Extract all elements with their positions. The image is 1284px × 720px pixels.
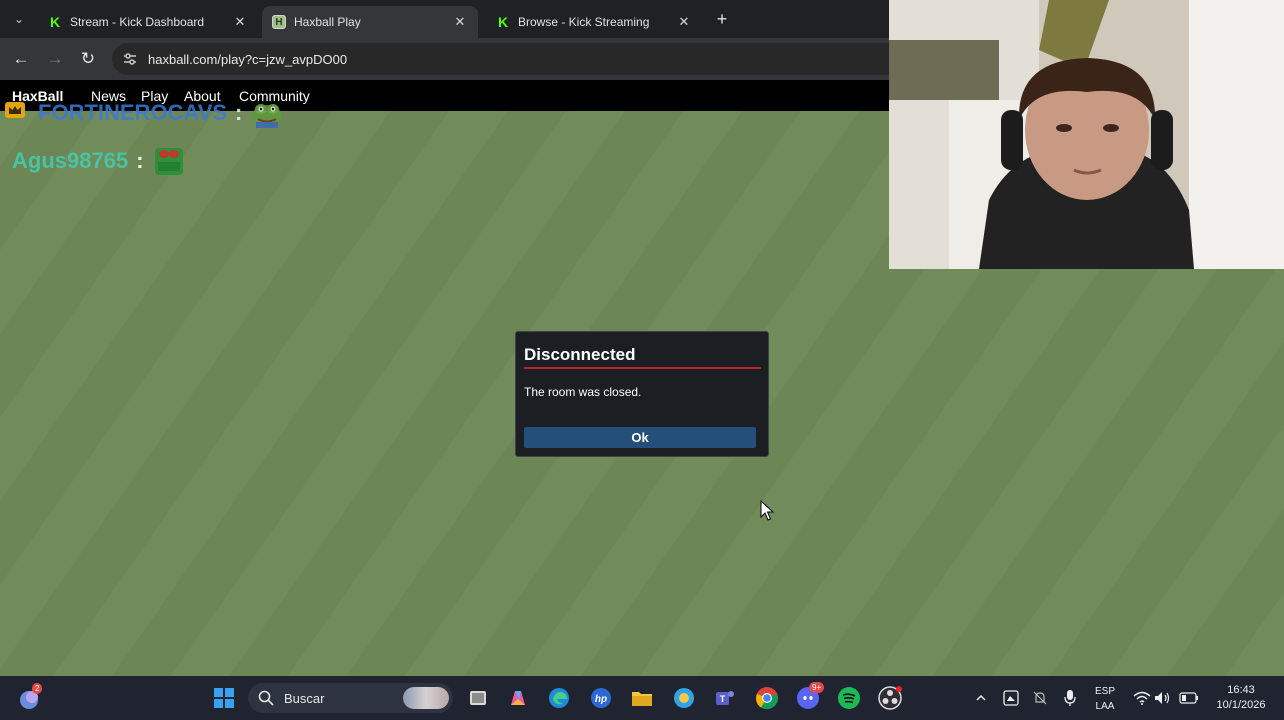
- hp-icon[interactable]: hp: [588, 685, 614, 711]
- file-explorer-icon[interactable]: [629, 685, 655, 711]
- search-icon: [258, 690, 274, 706]
- address-bar[interactable]: haxball.com/play?c=jzw_avpDO00: [112, 43, 889, 75]
- new-tab-button[interactable]: +: [711, 8, 733, 30]
- browser-app-icon[interactable]: [671, 685, 697, 711]
- tab-label: Browse - Kick Streaming: [518, 15, 650, 29]
- chat-separator: :: [136, 148, 144, 173]
- clock-time: 16:43: [1227, 684, 1255, 696]
- search-placeholder: Buscar: [284, 690, 325, 706]
- chat-username: Agus98765: [12, 148, 129, 173]
- copilot-icon[interactable]: [505, 685, 531, 711]
- webcam-overlay: [889, 0, 1284, 269]
- spotify-icon[interactable]: [836, 685, 862, 711]
- pepe-emote-icon: [154, 148, 183, 175]
- copilot-notification-icon[interactable]: 2: [18, 683, 44, 711]
- haxball-icon: H: [272, 15, 286, 29]
- back-arrow-icon[interactable]: ←: [9, 47, 33, 71]
- dialog-message: The room was closed.: [524, 385, 642, 399]
- svg-text:T: T: [720, 694, 726, 704]
- chat-message: FORTINEROCAVS :: [38, 98, 284, 128]
- mouse-cursor-icon: [760, 500, 774, 521]
- input-language-indicator[interactable]: ESP LAA: [1092, 684, 1118, 714]
- task-view-icon[interactable]: [465, 685, 491, 711]
- tab-kick-dashboard[interactable]: K Stream - Kick Dashboard ✕: [38, 6, 258, 38]
- taskbar-search-box[interactable]: Buscar: [248, 683, 453, 713]
- show-hidden-icons-chevron-icon[interactable]: [968, 685, 994, 711]
- reload-icon[interactable]: ↻: [76, 47, 100, 71]
- tab-label: Haxball Play: [294, 15, 361, 29]
- discord-badge: 9+: [809, 682, 825, 693]
- site-info-icon[interactable]: [120, 49, 140, 69]
- svg-text:hp: hp: [595, 694, 607, 705]
- browser-toolbar: ← → ↻ haxball.com/play?c=jzw_avpDO00: [0, 38, 889, 80]
- disconnected-dialog: Disconnected The room was closed. Ok: [515, 331, 769, 457]
- edge-icon[interactable]: [546, 685, 572, 711]
- kick-icon: K: [497, 14, 509, 30]
- tab-haxball-play[interactable]: H Haxball Play ✕: [262, 6, 478, 38]
- clock[interactable]: 16:43 10/1/2026: [1208, 683, 1274, 713]
- clock-date: 10/1/2026: [1216, 699, 1266, 711]
- tab-label: Stream - Kick Dashboard: [70, 15, 205, 29]
- keyboard-layout: LAA: [1095, 701, 1115, 712]
- search-highlight-image: [403, 687, 449, 709]
- chat-message: Agus98765 :: [12, 146, 186, 176]
- crown-icon: [5, 102, 25, 118]
- tab-search-icon[interactable]: ⌄: [8, 8, 30, 30]
- onedrive-icon[interactable]: [998, 685, 1024, 711]
- volume-icon[interactable]: [1150, 685, 1176, 711]
- discord-icon[interactable]: 9+: [795, 682, 825, 711]
- close-icon[interactable]: ✕: [232, 14, 248, 30]
- ok-button[interactable]: Ok: [524, 427, 756, 448]
- chat-separator: :: [235, 100, 243, 125]
- teams-icon[interactable]: T: [712, 685, 738, 711]
- dialog-title: Disconnected: [524, 345, 636, 364]
- webcam-feed-image: [889, 0, 1284, 269]
- windows-start-icon[interactable]: [211, 685, 237, 711]
- kick-icon: K: [49, 14, 61, 30]
- pepe-emote-icon: [252, 104, 283, 128]
- microphone-icon[interactable]: [1057, 685, 1083, 711]
- close-icon[interactable]: ✕: [452, 14, 468, 30]
- browser-tab-strip: ⌄ K Stream - Kick Dashboard ✕ H Haxball …: [0, 0, 889, 38]
- forward-arrow-icon[interactable]: →: [43, 47, 67, 71]
- language-code: ESP: [1094, 686, 1115, 697]
- obs-icon[interactable]: [877, 685, 903, 711]
- battery-icon[interactable]: [1176, 685, 1202, 711]
- close-icon[interactable]: ✕: [676, 14, 692, 30]
- dialog-title-underline: [524, 367, 761, 369]
- chrome-icon[interactable]: [754, 685, 780, 711]
- windows-taskbar: 2 Buscar hp T 9+ ESP LAA 16:43 10/1/2026: [0, 676, 1284, 720]
- tab-kick-browse[interactable]: K Browse - Kick Streaming ✕: [486, 6, 702, 38]
- chat-username: FORTINEROCAVS: [38, 100, 228, 125]
- url-text: haxball.com/play?c=jzw_avpDO00: [148, 51, 348, 67]
- notifications-off-icon[interactable]: [1027, 685, 1053, 711]
